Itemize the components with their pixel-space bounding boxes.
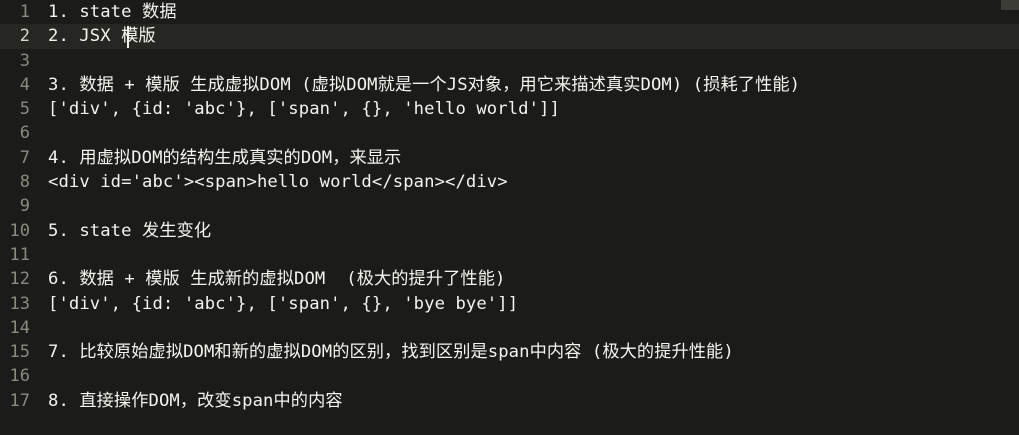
line-number: 15 (9, 342, 30, 363)
line-number: 9 (19, 196, 30, 217)
minimap-corner-indicator (1001, 0, 1019, 10)
editor-lines[interactable]: 1 1. state 数据 2 2. JSX 模版 3 4 3. 数据 + 模版… (0, 0, 1019, 413)
editor-line-12[interactable]: 12 6. 数据 + 模版 生成新的虚拟DOM (极大的提升了性能) (0, 267, 1019, 291)
editor-line-17[interactable]: 17 8. 直接操作DOM，改变span中的内容 (0, 389, 1019, 413)
editor-line-1[interactable]: 1 1. state 数据 (0, 0, 1019, 24)
line-text[interactable]: 7. 比较原始虚拟DOM和新的虚拟DOM的区别，找到区别是span中内容 (极大… (48, 341, 734, 363)
line-number: 16 (9, 366, 30, 387)
editor-line-15[interactable]: 15 7. 比较原始虚拟DOM和新的虚拟DOM的区别，找到区别是span中内容 … (0, 340, 1019, 364)
line-number: 12 (9, 269, 30, 290)
line-number: 3 (19, 50, 30, 71)
line-number: 13 (9, 293, 30, 314)
line-text[interactable]: 6. 数据 + 模版 生成新的虚拟DOM (极大的提升了性能) (48, 268, 505, 290)
line-text[interactable]: 1. state 数据 (48, 1, 177, 23)
editor-line-3[interactable]: 3 (0, 49, 1019, 73)
editor-line-8[interactable]: 8 <div id='abc'><span>hello world</span>… (0, 170, 1019, 194)
line-number: 10 (9, 220, 30, 241)
line-text[interactable]: ['div', {id: 'abc'}, ['span', {}, 'hello… (48, 98, 560, 120)
editor-line-16[interactable]: 16 (0, 364, 1019, 388)
line-text[interactable]: 5. state 发生变化 (48, 220, 211, 242)
code-editor[interactable]: 1 1. state 数据 2 2. JSX 模版 3 4 3. 数据 + 模版… (0, 0, 1019, 435)
editor-line-14[interactable]: 14 (0, 316, 1019, 340)
editor-line-2[interactable]: 2 2. JSX 模版 (0, 24, 1019, 49)
editor-line-4[interactable]: 4 3. 数据 + 模版 生成虚拟DOM (虚拟DOM就是一个JS对象，用它来描… (0, 73, 1019, 97)
line-text[interactable]: <div id='abc'><span>hello world</span></… (48, 171, 508, 193)
line-number: 14 (9, 317, 30, 338)
line-number: 11 (9, 244, 30, 265)
editor-line-10[interactable]: 10 5. state 发生变化 (0, 219, 1019, 243)
line-number: 1 (19, 2, 30, 22)
line-number: 17 (9, 390, 30, 411)
editor-line-7[interactable]: 7 4. 用虚拟DOM的结构生成真实的DOM，来显示 (0, 146, 1019, 170)
line-text[interactable]: ['div', {id: 'abc'}, ['span', {}, 'bye b… (48, 293, 518, 315)
line-number: 5 (19, 99, 30, 120)
line-number: 8 (19, 172, 30, 193)
line-number: 2 (19, 26, 30, 47)
text-cursor (127, 26, 129, 48)
line-text[interactable]: 4. 用虚拟DOM的结构生成真实的DOM，来显示 (48, 147, 401, 169)
line-number: 7 (19, 147, 30, 168)
editor-line-9[interactable]: 9 (0, 194, 1019, 218)
editor-line-11[interactable]: 11 (0, 243, 1019, 267)
editor-line-5[interactable]: 5 ['div', {id: 'abc'}, ['span', {}, 'hel… (0, 97, 1019, 121)
line-number: 6 (19, 123, 30, 144)
line-text[interactable]: 3. 数据 + 模版 生成虚拟DOM (虚拟DOM就是一个JS对象，用它来描述真… (48, 74, 800, 96)
line-text[interactable]: 8. 直接操作DOM，改变span中的内容 (48, 390, 343, 412)
line-text[interactable]: 2. JSX 模版 (48, 25, 156, 47)
editor-line-6[interactable]: 6 (0, 121, 1019, 145)
editor-line-13[interactable]: 13 ['div', {id: 'abc'}, ['span', {}, 'by… (0, 292, 1019, 316)
line-number: 4 (19, 74, 30, 95)
